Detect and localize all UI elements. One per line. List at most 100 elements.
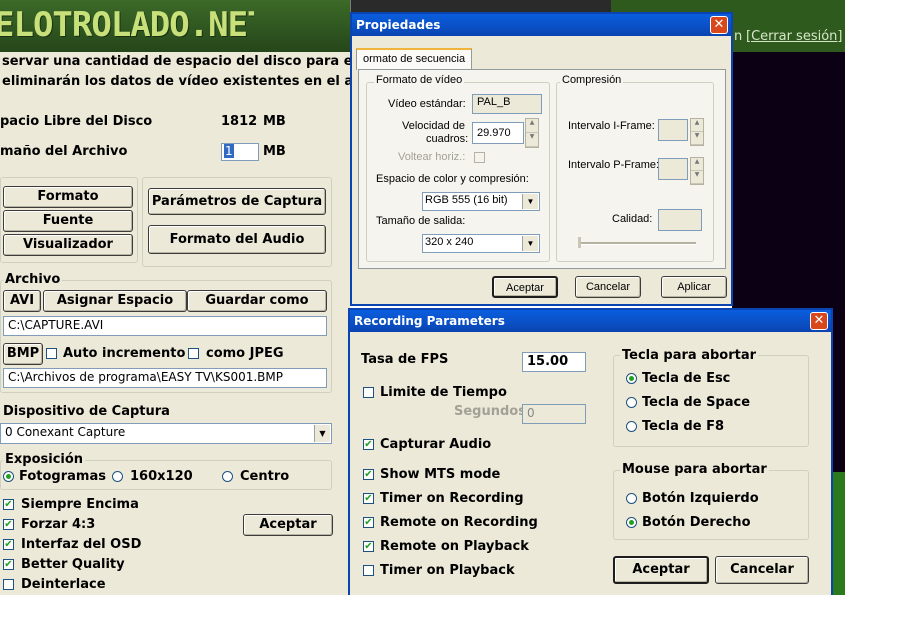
- fps-input[interactable]: 29.970: [472, 122, 524, 144]
- timer-recording-label: Timer on Recording: [380, 491, 524, 506]
- pframe-input: [658, 158, 688, 180]
- key-esc-radio[interactable]: [626, 373, 637, 384]
- dispositivo-select[interactable]: 0 Conexant Capture ▼: [0, 423, 332, 444]
- recording-aceptar-button[interactable]: Aceptar: [613, 556, 709, 584]
- mouse-right-radio[interactable]: [626, 517, 637, 528]
- avi-path-input[interactable]: C:\CAPTURE.AVI: [3, 316, 327, 336]
- iframe-spinner: ▲ ▼: [690, 118, 704, 146]
- 160x120-radio[interactable]: [112, 471, 123, 482]
- file-size-input[interactable]: 1: [221, 143, 259, 161]
- output-size-label: Tamaño de salida:: [376, 215, 466, 227]
- compression-group-title: Compresión: [560, 74, 624, 86]
- colorspace-select[interactable]: RGB 555 (16 bit) ▼: [422, 192, 540, 211]
- siempre-encima-checkbox[interactable]: ✔: [3, 499, 14, 510]
- como-jpeg-checkbox[interactable]: [188, 348, 199, 359]
- fotogramas-radio[interactable]: [3, 471, 14, 482]
- visualizador-button[interactable]: Visualizador: [3, 234, 133, 256]
- time-limit-checkbox[interactable]: [363, 387, 374, 398]
- recording-titlebar: Recording Parameters ✕: [350, 310, 831, 332]
- remote-recording-checkbox[interactable]: ✔: [363, 517, 374, 528]
- key-space-radio[interactable]: [626, 397, 637, 408]
- show-mts-checkbox[interactable]: ✔: [363, 469, 374, 480]
- pframe-spinner: ▲ ▼: [690, 157, 704, 185]
- como-jpeg-label: como JPEG: [206, 346, 284, 361]
- free-space-value: 1812: [221, 114, 258, 129]
- quality-slider-track: [578, 242, 696, 245]
- seconds-input: 0: [522, 404, 586, 424]
- fps-spinner[interactable]: ▲ ▼: [525, 118, 539, 148]
- archivo-group-title: Archivo: [3, 272, 63, 287]
- abort-key-group-title: Tecla para abortar: [620, 348, 759, 363]
- logout-link[interactable]: [Cerrar sesión]: [746, 29, 842, 44]
- file-size-unit: MB: [263, 144, 286, 159]
- interfaz-osd-checkbox[interactable]: ✔: [3, 539, 14, 550]
- video-format-group-title: Formato de vídeo: [374, 74, 465, 86]
- fps-label-2: cuadros:: [426, 133, 469, 145]
- centro-label: Centro: [240, 469, 290, 484]
- video-std-label: Vídeo estándar:: [388, 98, 466, 110]
- propiedades-title: Propiedades: [356, 18, 441, 32]
- fps-rate-input[interactable]: 15.00: [522, 352, 586, 372]
- better-quality-checkbox[interactable]: ✔: [3, 559, 14, 570]
- chevron-down-icon[interactable]: ▼: [522, 194, 538, 209]
- timer-playback-checkbox[interactable]: [363, 565, 374, 576]
- quality-label: Calidad:: [612, 213, 653, 225]
- capture-audio-checkbox[interactable]: ✔: [363, 439, 374, 450]
- tab-formato-secuencia[interactable]: ormato de secuencia: [356, 48, 473, 70]
- chevron-down-icon[interactable]: ▼: [522, 236, 538, 251]
- key-f8-radio[interactable]: [626, 421, 637, 432]
- guardar-como-button[interactable]: Guardar como: [187, 290, 327, 312]
- free-space-label: pacio Libre del Disco: [0, 114, 153, 129]
- abort-mouse-group-title: Mouse para abortar: [620, 462, 769, 477]
- asignar-espacio-button[interactable]: Asignar Espacio: [43, 290, 187, 312]
- timer-playback-label: Timer on Playback: [380, 563, 515, 578]
- banner-link-prefix: n: [734, 29, 743, 44]
- recording-parameters-dialog: Recording Parameters ✕ Tasa de FPS 15.00…: [348, 308, 833, 595]
- forzar-43-checkbox[interactable]: ✔: [3, 519, 14, 530]
- mouse-left-radio[interactable]: [626, 493, 637, 504]
- chevron-down-icon[interactable]: ▼: [314, 425, 330, 442]
- key-space-label: Tecla de Space: [642, 395, 751, 410]
- flip-checkbox: [474, 152, 485, 163]
- propiedades-cancelar-button[interactable]: Cancelar: [575, 276, 641, 298]
- siempre-encima-label: Siempre Encima: [21, 497, 139, 512]
- free-space-unit: MB: [263, 114, 286, 129]
- recording-cancelar-button[interactable]: Cancelar: [715, 556, 809, 584]
- bmp-button[interactable]: BMP: [3, 343, 43, 365]
- site-logo: ELOTROLADO.NET: [0, 5, 254, 45]
- remote-playback-checkbox[interactable]: ✔: [363, 541, 374, 552]
- main-aceptar-button[interactable]: Aceptar: [243, 514, 333, 536]
- colorspace-value: RGB 555 (16 bit): [425, 194, 508, 206]
- formato-button[interactable]: Formato: [3, 186, 133, 208]
- key-esc-label: Tecla de Esc: [642, 371, 731, 386]
- propiedades-aplicar-button[interactable]: Aplicar: [661, 276, 727, 298]
- output-size-select[interactable]: 320 x 240 ▼: [422, 234, 540, 253]
- key-f8-label: Tecla de F8: [642, 419, 724, 434]
- exposicion-group-title: Exposición: [3, 452, 86, 467]
- fps-rate-label: Tasa de FPS: [361, 352, 449, 367]
- better-quality-label: Better Quality: [21, 557, 125, 572]
- deinterlace-checkbox[interactable]: [3, 579, 14, 590]
- fuente-button[interactable]: Fuente: [3, 210, 133, 232]
- remote-playback-label: Remote on Playback: [380, 539, 529, 554]
- file-size-label: maño del Archivo: [0, 144, 128, 159]
- colorspace-label: Espacio de color y compresión:: [376, 173, 529, 185]
- interfaz-osd-label: Interfaz del OSD: [21, 537, 142, 552]
- remote-recording-label: Remote on Recording: [380, 515, 538, 530]
- propiedades-aceptar-button[interactable]: Aceptar: [492, 276, 558, 298]
- auto-incremento-checkbox[interactable]: [46, 348, 57, 359]
- formato-audio-button[interactable]: Formato del Audio: [148, 225, 326, 254]
- dispositivo-value: 0 Conexant Capture: [5, 425, 126, 439]
- avi-button[interactable]: AVI: [3, 290, 41, 312]
- fps-label-1: Velocidad de: [402, 120, 465, 132]
- centro-radio[interactable]: [222, 471, 233, 482]
- bmp-path-input[interactable]: C:\Archivos de programa\EASY TV\KS001.BM…: [3, 368, 327, 388]
- fotogramas-label: Fotogramas: [19, 469, 106, 484]
- seconds-label: Segundos: [454, 404, 526, 419]
- quality-input: [658, 209, 702, 231]
- close-icon[interactable]: ✕: [710, 16, 728, 34]
- timer-recording-checkbox[interactable]: ✔: [363, 493, 374, 504]
- parametros-captura-button[interactable]: Parámetros de Captura: [148, 188, 326, 215]
- close-icon[interactable]: ✕: [810, 312, 828, 330]
- time-limit-label: Limite de Tiempo: [380, 385, 507, 400]
